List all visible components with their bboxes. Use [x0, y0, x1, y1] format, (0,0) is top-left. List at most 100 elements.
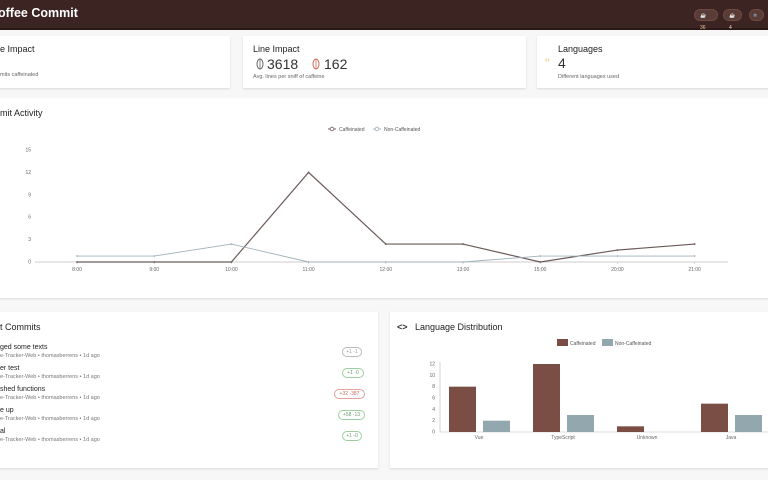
line-impact-sub: Avg. lines per sniff of caffeine — [253, 74, 325, 80]
languages-sub: Different languages used — [558, 74, 620, 80]
lines-added-value: 3618 — [267, 56, 299, 72]
coffee-count-pill[interactable]: ☕ 4 — [723, 9, 742, 31]
bar-vue-non-caffeinated — [483, 420, 510, 432]
data-point — [384, 243, 387, 245]
diff-stat-badge: +58 -13 — [338, 410, 365, 420]
data-point — [153, 255, 156, 257]
languages-card: Languages ‹› 4 Different languages used — [537, 36, 768, 88]
x-tick-label: 20:00 — [611, 267, 624, 273]
data-point — [539, 255, 542, 257]
y-tick-label: 10 — [429, 373, 435, 379]
x-tick-label: 15:00 — [534, 267, 547, 273]
commit-message: e up — [0, 407, 14, 414]
y-tick-label: 4 — [432, 407, 435, 413]
data-point — [462, 261, 464, 263]
x-tick-label: Vue — [475, 435, 484, 441]
y-tick-label: 6 — [28, 215, 31, 221]
languages-count: 4 — [558, 55, 566, 71]
caffeine-impact-card: e Impact mits caffeinated — [0, 36, 230, 88]
y-tick-label: 0 — [28, 260, 31, 266]
x-tick-label: TypeScript — [551, 435, 575, 441]
y-tick-label: 3 — [28, 237, 31, 243]
x-tick-label: 10:00 — [225, 267, 238, 273]
x-tick-label: 13:00 — [457, 267, 470, 273]
language-distribution-chart: 0 2 4 6 8 10 12 Vue TypeScript Unknown Java Caffein… — [429, 339, 768, 441]
legend-label: Non-Caffeinated — [615, 341, 652, 347]
data-point — [539, 261, 542, 263]
x-tick-label: Java — [726, 435, 737, 441]
data-point — [76, 255, 78, 257]
data-point — [616, 255, 619, 257]
commit-meta: e-Tracker-Web • thomasberrens • 1d ago — [0, 374, 100, 380]
line-impact-title: Line Impact — [253, 44, 300, 54]
coffee-bean-icon — [256, 58, 264, 70]
app-header: offee Commit ☕ 36 ☕ 4 ❄ — [0, 0, 768, 31]
commit-meta: e-Tracker-Web • thomasberrens • 1d ago — [0, 416, 100, 422]
app-title: offee Commit — [0, 6, 78, 20]
commit-message: shed functions — [0, 386, 46, 393]
commit-activity-chart: 0 3 6 9 12 15 8:00 9:00 10:00 11:00 12:00 13:00 15:0… — [25, 126, 728, 273]
recent-commits-card: t Commits ged some texts e-Tracker-Web • … — [0, 312, 378, 468]
data-point — [307, 261, 310, 263]
lines-removed-value: 162 — [324, 56, 348, 72]
commit-message: er test — [0, 365, 20, 372]
commit-meta: e-Tracker-Web • thomasberrens • 1d ago — [0, 395, 100, 401]
legend-marker — [374, 126, 380, 132]
data-point — [76, 261, 78, 263]
y-tick-label: 0 — [432, 430, 435, 436]
diff-stat-badge: +1 -0 — [342, 431, 362, 441]
y-tick-label: 12 — [25, 170, 31, 176]
data-point — [230, 261, 233, 263]
diff-stat-badge: +1 -0 — [342, 368, 364, 378]
diff-stat-badge: +32 -387 — [334, 389, 365, 399]
data-point — [307, 171, 310, 174]
x-tick-label: 9:00 — [149, 267, 159, 273]
list-item[interactable]: e up e-Tracker-Web • thomasberrens • 1d a… — [0, 407, 378, 427]
series-line-caffeinated — [77, 171, 695, 263]
commit-message: ged some texts — [0, 344, 48, 351]
data-point — [693, 255, 696, 257]
languages-title: Languages — [558, 44, 603, 54]
theme-toggle-button[interactable]: ❄ — [749, 9, 764, 21]
bar-java-non-caffeinated — [735, 415, 762, 432]
x-tick-label: 21:00 — [688, 267, 701, 273]
legend-label: Caffeinated — [570, 341, 596, 347]
caffeine-impact-sub: mits caffeinated — [0, 72, 39, 78]
data-point — [384, 261, 387, 263]
y-tick-label: 6 — [432, 396, 435, 402]
data-point — [230, 243, 233, 245]
x-tick-label: 12:00 — [380, 267, 393, 273]
bar-unknown-caffeinated — [617, 426, 644, 432]
y-tick-label: 8 — [432, 384, 435, 390]
caffeine-count-pill[interactable]: ☕ 36 — [694, 9, 718, 31]
coffee-bean-icon — [312, 58, 320, 70]
y-tick-label: 2 — [432, 418, 435, 424]
data-point — [153, 261, 156, 263]
line-impact-card: Line Impact 3618 162 Avg. lines per snif… — [243, 36, 526, 88]
legend-swatch — [557, 339, 568, 346]
data-point — [616, 249, 619, 251]
legend-label: Non-Caffeinated — [384, 127, 421, 133]
x-tick-label: 11:00 — [303, 267, 315, 273]
legend-label: Caffeinated — [339, 127, 365, 133]
language-distribution-card: <> Language Distribution 0 2 4 6 8 10 12 Vue Typ… — [390, 312, 768, 468]
code-icon: ‹› — [545, 57, 550, 64]
commit-meta: e-Tracker-Web • thomasberrens • 1d ago — [0, 437, 100, 443]
bar-typescript-caffeinated — [533, 364, 560, 432]
y-tick-label: 12 — [429, 362, 435, 368]
bar-vue-caffeinated — [449, 386, 476, 432]
bar-typescript-non-caffeinated — [567, 415, 594, 432]
list-item[interactable]: al e-Tracker-Web • thomasberrens • 1d ago… — [0, 428, 378, 448]
caffeine-impact-title: e Impact — [0, 44, 35, 54]
bar-java-caffeinated — [701, 403, 728, 432]
data-point — [462, 243, 464, 245]
list-item[interactable]: ged some texts e-Tracker-Web • thomasberr… — [0, 344, 378, 364]
recent-commits-title: t Commits — [0, 322, 41, 332]
list-item[interactable]: shed functions e-Tracker-Web • thomasberr… — [0, 386, 378, 406]
list-item[interactable]: er test e-Tracker-Web • thomasberrens • 1… — [0, 365, 378, 385]
data-point — [693, 243, 696, 245]
y-tick-label: 9 — [28, 192, 31, 198]
y-tick-label: 15 — [25, 148, 31, 154]
diff-stat-badge: +1 -1 — [342, 347, 362, 357]
commit-meta: e-Tracker-Web • thomasberrens • 1d ago — [0, 353, 100, 359]
